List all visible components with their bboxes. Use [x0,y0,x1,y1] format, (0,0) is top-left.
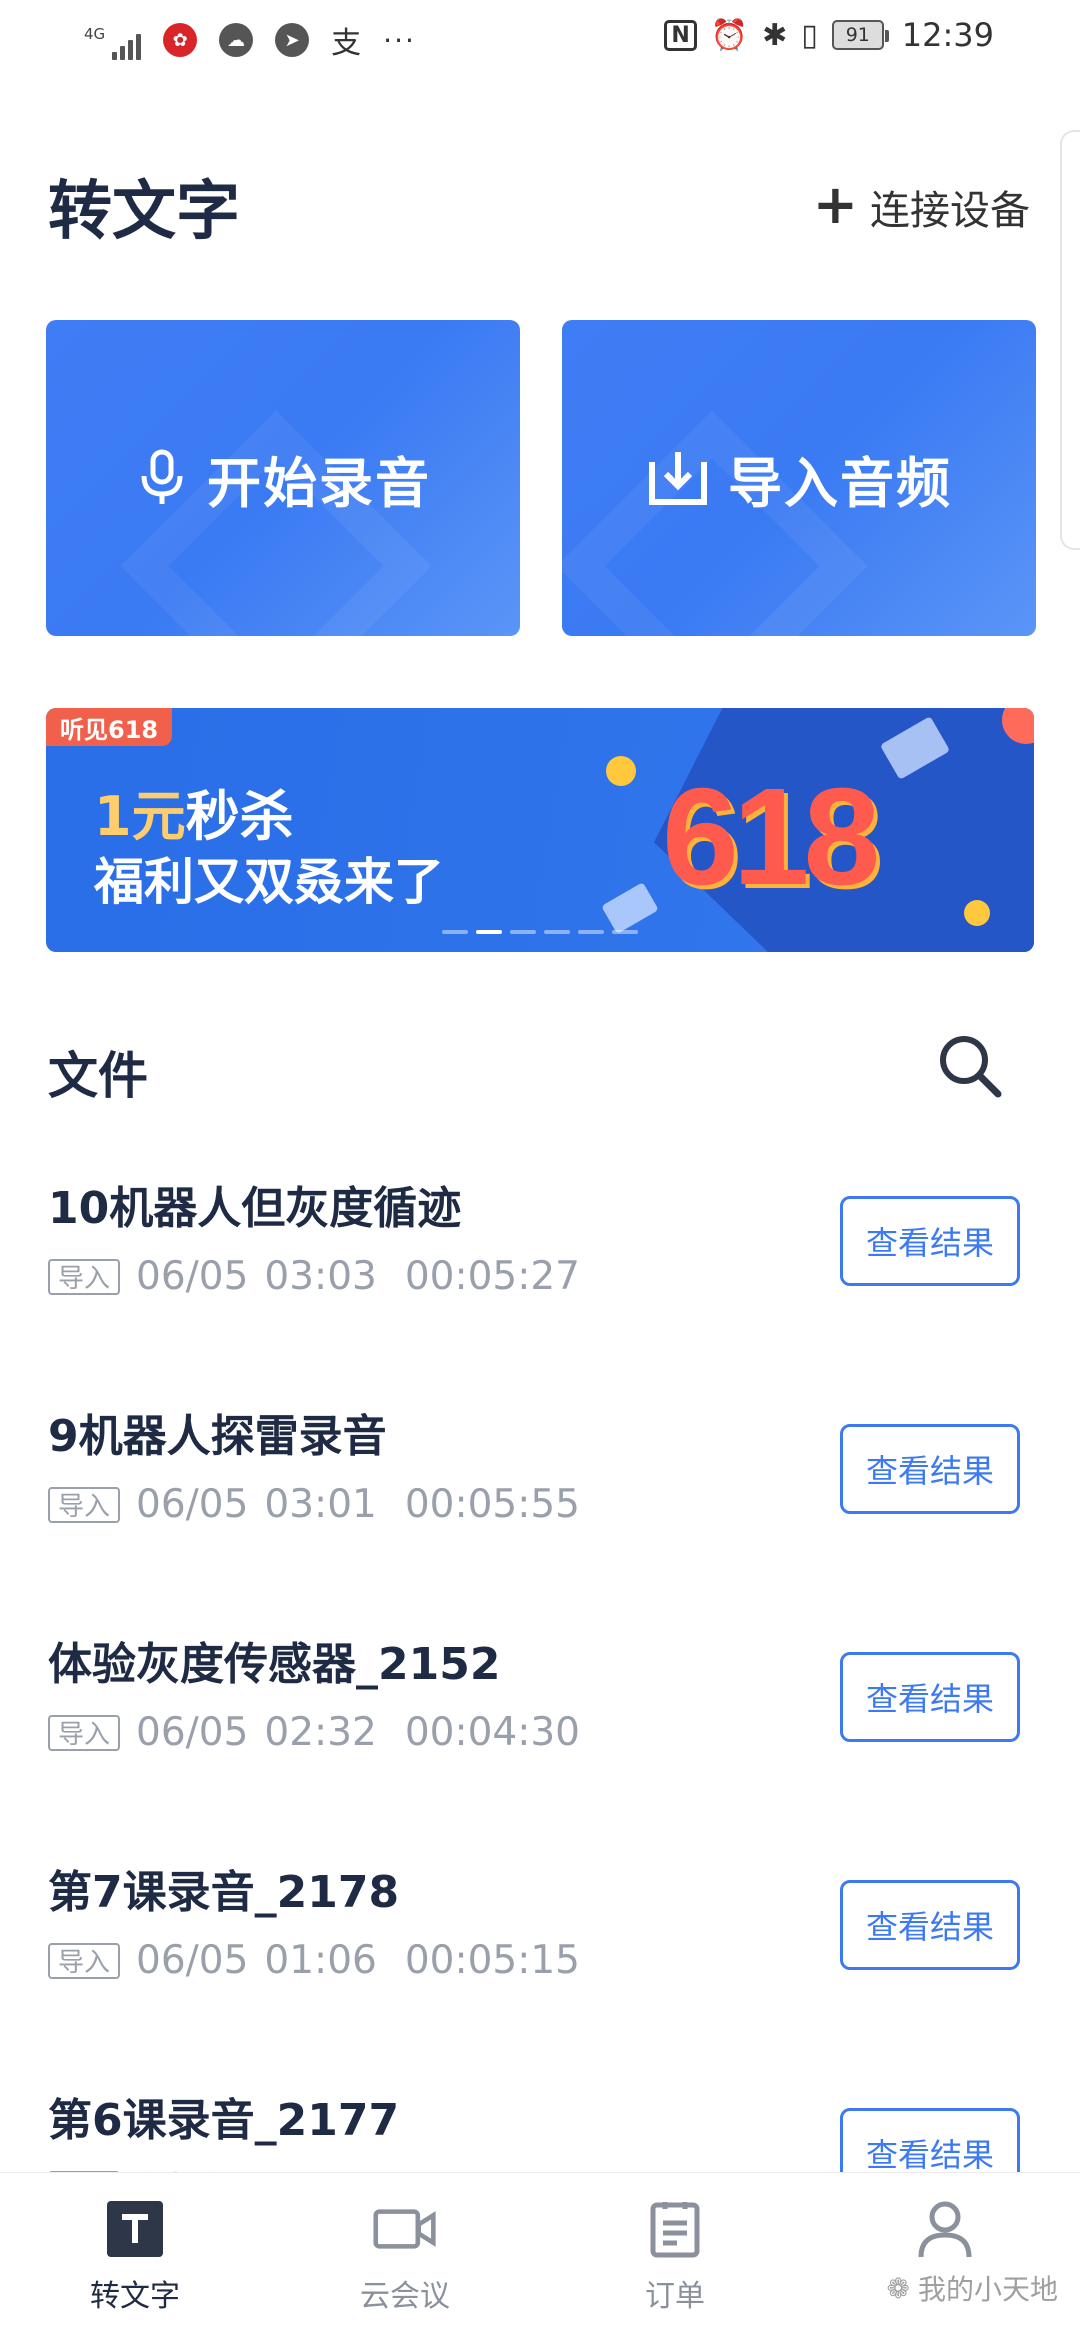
import-audio-button[interactable]: 导入音频 [562,320,1036,636]
file-meta: 导入 06/05 01:06 00:05:15 [48,1938,580,1983]
watermark-text: 我的小天地 [917,2273,1058,2306]
banner-decoration [601,882,659,934]
notification-bird-icon: ➤ [275,23,310,57]
file-item[interactable]: 体验灰度传感器_2152 导入 06/05 02:32 00:04:30 查看结果 [0,1606,1080,1834]
order-icon [643,2197,707,2261]
microphone-icon [141,449,183,504]
file-duration: 00:05:15 [404,1938,580,1983]
view-result-button[interactable]: 查看结果 [840,1424,1020,1514]
banner-headline: 1元秒杀 [94,772,294,851]
nav-label: 云会议 [360,2279,450,2314]
bottom-navigation: 转文字 云会议 订单 我的 [0,2172,1080,2340]
promo-banner[interactable]: 听见618 1元秒杀 福利又双叒来了 618 [46,708,1034,952]
network-type: 4G [84,25,106,43]
file-duration: 00:04:30 [404,1710,580,1755]
files-section-title: 文件 [48,1047,148,1105]
file-name: 10机器人但灰度循迹 [48,1183,462,1234]
connect-device-label: 连接设备 [870,188,1030,234]
pager-dot [476,930,502,934]
pager-dot [510,930,536,934]
file-item[interactable]: 9机器人探雷录音导入 06/05 03:01 00:05:55 查看结果 [0,1378,1080,1606]
file-name: 体验灰度传感器_2152 [48,1639,501,1690]
connect-device-button[interactable]: + 连接设备 [813,178,1030,236]
battery-level: 91 [845,24,870,46]
vibrate-icon: ▯ [801,17,818,53]
file-date: 06/05 [136,1938,249,1983]
bluetooth-icon: ✱ [762,17,788,53]
file-time: 02:32 [264,1710,377,1755]
battery-icon: 91 [831,20,889,50]
file-meta: 导入 06/05 02:32 00:04:30 [48,1710,580,1755]
nav-item-1[interactable]: 云会议 [270,2173,540,2340]
banner-618-logo: 618 [662,760,880,914]
source-tag: 导入 [48,1714,121,1751]
view-result-button[interactable]: 查看结果 [840,1196,1020,1286]
file-name: 第6课录音_2177 [48,2095,400,2146]
cloud-icon: ☁ [219,23,254,57]
file-name: 第7课录音_2178 [48,1867,400,1918]
coin-icon [606,756,636,786]
plus-icon: + [812,173,858,236]
file-time: 01:06 [264,1938,377,1983]
file-duration: 00:05:55 [404,1482,580,1527]
side-drawer-handle[interactable] [1060,130,1080,550]
clock: 12:39 [901,16,994,54]
download-icon [649,452,707,505]
alipay-icon: 支 [331,26,362,61]
file-duration: 00:05:27 [404,1254,580,1299]
nav-item-3[interactable]: 我的 [810,2173,1080,2340]
notification-app-icon: ✿ [163,23,198,57]
file-name: 9机器人探雷录音 [48,1411,387,1462]
more-notifications-icon: ··· [383,23,416,57]
file-list: 10机器人但灰度循迹 导入 06/05 03:03 00:05:27 查看结果 9机器人探雷… [0,1150,1080,2290]
search-button[interactable] [934,1030,1006,1102]
wechat-watermark: ❁ 我的小天地 [887,2268,1058,2308]
file-date: 06/05 [136,1482,249,1527]
import-audio-label: 导入音频 [728,451,952,515]
nav-label: 转文字 [90,2279,180,2314]
nav-item-2[interactable]: 订单 [540,2173,810,2340]
file-time: 03:03 [264,1254,377,1299]
view-result-button[interactable]: 查看结果 [840,1652,1020,1742]
nav-item-0[interactable]: 转文字 [0,2173,270,2340]
status-right: N ⏰ ✱ ▯ 91 12:39 [664,16,994,54]
source-tag: 导入 [48,1258,121,1295]
start-recording-label: 开始录音 [207,451,431,515]
start-recording-button[interactable]: 开始录音 [46,320,520,636]
view-result-button[interactable]: 查看结果 [840,1880,1020,1970]
page-title: 转文字 [48,175,240,249]
status-left: 4G ✿ ☁ ➤ 支 ··· [84,18,416,62]
file-time: 03:01 [264,1482,377,1527]
banner-price: 1元 [94,785,186,848]
pager-dot [612,930,638,934]
banner-tag: 听见618 [46,708,173,746]
text-icon [103,2197,167,2261]
alarm-icon: ⏰ [710,17,749,53]
banner-pager [442,930,638,934]
file-item[interactable]: 10机器人但灰度循迹导入 06/05 03:03 00:05:27 查看结果 [0,1150,1080,1378]
pager-dot [442,930,468,934]
file-date: 06/05 [136,1710,249,1755]
pager-dot [578,930,604,934]
search-icon [940,1036,1002,1098]
banner-subline: 福利又双叒来了 [94,853,444,911]
file-meta: 导入 06/05 03:01 00:05:55 [48,1482,580,1527]
coin-icon [964,900,990,926]
pager-dot [544,930,570,934]
nav-label: 订单 [645,2279,705,2314]
wechat-icon: ❁ [886,2271,910,2305]
video-icon [373,2197,437,2261]
file-item[interactable]: 第7课录音_2178 导入 06/05 01:06 00:05:15 查看结果 [0,1834,1080,2062]
profile-icon [913,2197,977,2261]
file-date: 06/05 [136,1254,249,1299]
cell-signal-icon: 4G [84,20,142,60]
status-bar: 4G ✿ ☁ ➤ 支 ··· N ⏰ ✱ ▯ 91 12:39 [0,0,1080,80]
banner-headline-rest: 秒杀 [185,785,294,848]
source-tag: 导入 [48,1942,121,1979]
file-meta: 导入 06/05 03:03 00:05:27 [48,1254,580,1299]
source-tag: 导入 [48,1486,121,1523]
nfc-icon: N [664,19,697,51]
